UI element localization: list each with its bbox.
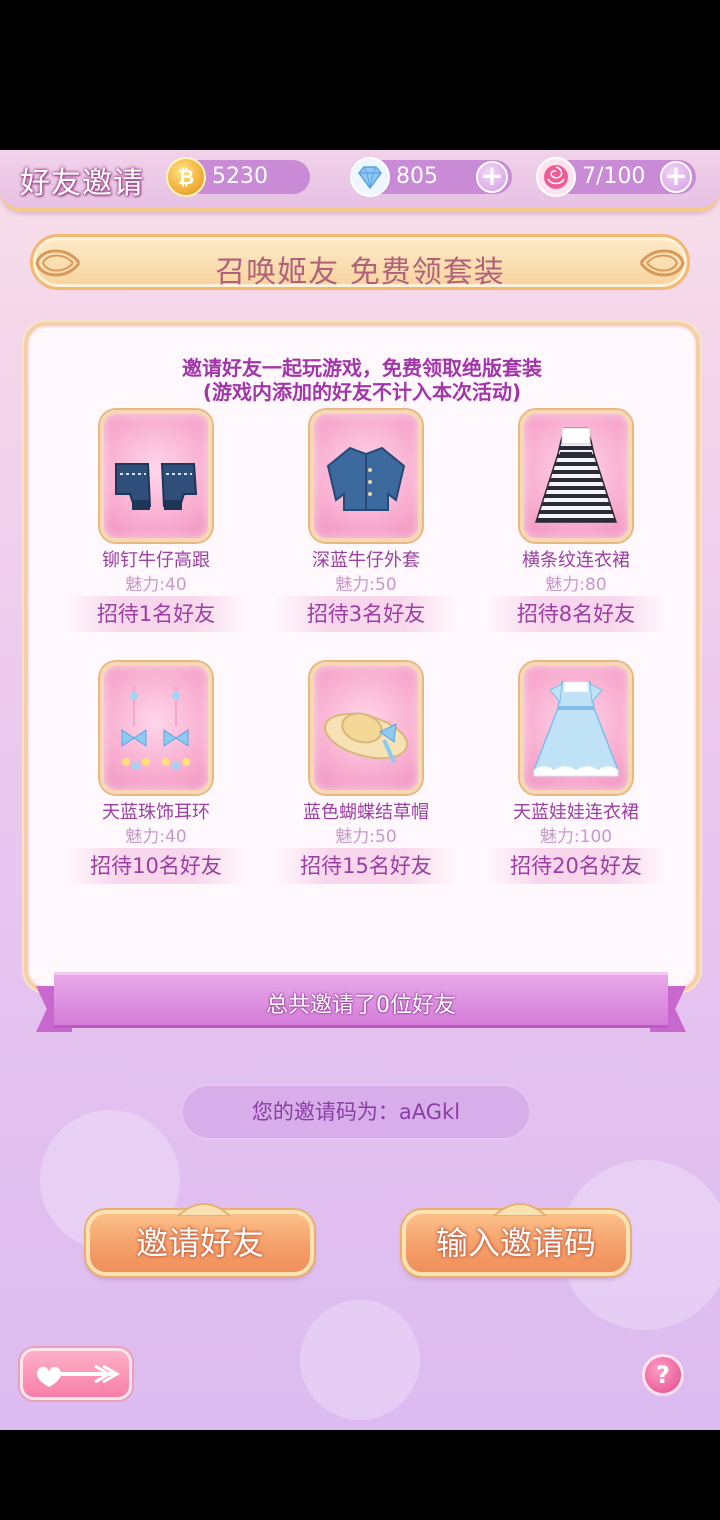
swirl-ornament-icon bbox=[639, 249, 685, 277]
add-diamonds-button[interactable]: + bbox=[476, 161, 508, 193]
reward-item[interactable]: 铆钉牛仔高跟 魅力:40 招待1名好友 bbox=[66, 410, 246, 646]
add-stamina-button[interactable]: + bbox=[660, 161, 692, 193]
reward-charm: 魅力:50 bbox=[335, 827, 397, 847]
reward-name: 天蓝珠饰耳环 bbox=[102, 802, 210, 823]
reward-requirement: 招待1名好友 bbox=[66, 596, 246, 632]
diamond-counter: 805 + bbox=[350, 157, 512, 197]
total-invited-text: 总共邀请了0位好友 bbox=[266, 993, 456, 1018]
invite-screen: 好友邀请 ₿ 5230 805 + 7/100 + 召唤姬友 免费领套装 邀请好… bbox=[0, 150, 720, 1430]
help-button[interactable]: ? bbox=[642, 1354, 684, 1396]
reward-item[interactable]: 横条纹连衣裙 魅力:80 招待8名好友 bbox=[486, 410, 666, 646]
reward-charm: 魅力:50 bbox=[335, 575, 397, 595]
reward-requirement: 招待3名好友 bbox=[276, 596, 456, 632]
reward-name: 深蓝牛仔外套 bbox=[312, 550, 420, 571]
reward-item[interactable]: 天蓝娃娃连衣裙 魅力:100 招待20名好友 bbox=[486, 662, 666, 898]
reward-charm: 魅力:80 bbox=[545, 575, 607, 595]
reward-name: 横条纹连衣裙 bbox=[522, 550, 630, 571]
diamond-icon bbox=[350, 157, 390, 197]
reward-name: 天蓝娃娃连衣裙 bbox=[513, 802, 639, 823]
straw-hat-icon bbox=[310, 662, 422, 794]
doll-dress-icon bbox=[520, 662, 632, 794]
diamond-value: 805 bbox=[396, 164, 438, 189]
crown-ornament-icon bbox=[176, 1203, 232, 1216]
bokeh-decoration bbox=[300, 1300, 420, 1420]
reward-item[interactable]: 蓝色蝴蝶结草帽 魅力:50 招待15名好友 bbox=[276, 662, 456, 898]
reward-requirement: 招待20名好友 bbox=[486, 848, 666, 884]
reward-requirement: 招待8名好友 bbox=[486, 596, 666, 632]
enter-code-label: 输入邀请码 bbox=[435, 1224, 596, 1262]
back-button[interactable] bbox=[20, 1348, 132, 1400]
striped-dress-icon bbox=[520, 410, 632, 542]
panel-description: 邀请好友一起玩游戏，免费领取绝版套装 (游戏内添加的好友不计入本次活动) bbox=[28, 356, 696, 404]
reward-charm: 魅力:40 bbox=[125, 827, 187, 847]
coin-counter: ₿ 5230 bbox=[166, 157, 310, 197]
description-note: (游戏内添加的好友不计入本次活动) bbox=[202, 380, 522, 404]
reward-charm: 魅力:100 bbox=[539, 827, 613, 847]
invite-code-display: 您的邀请码为：aAGkl bbox=[181, 1084, 531, 1140]
coin-value: 5230 bbox=[212, 164, 268, 189]
reward-charm: 魅力:40 bbox=[125, 575, 187, 595]
coin-icon: ₿ bbox=[166, 157, 206, 197]
denim-heels-icon bbox=[100, 410, 212, 542]
reward-requirement: 招待15名好友 bbox=[276, 848, 456, 884]
page-title: 好友邀请 bbox=[20, 166, 144, 201]
reward-name: 铆钉牛仔高跟 bbox=[102, 550, 210, 571]
description-line: 邀请好友一起玩游戏，免费领取绝版套装 bbox=[182, 356, 542, 380]
invite-friends-button[interactable]: 邀请好友 bbox=[86, 1203, 314, 1276]
arrow-back-icon bbox=[37, 1364, 121, 1387]
reward-requirement: 招待10名好友 bbox=[66, 848, 246, 884]
event-banner: 召唤姬友 免费领套装 bbox=[30, 234, 690, 290]
crown-ornament-icon bbox=[492, 1203, 548, 1216]
earrings-icon bbox=[100, 662, 212, 794]
ribbon-body: 总共邀请了0位好友 bbox=[54, 972, 668, 1028]
reward-item[interactable]: 深蓝牛仔外套 魅力:50 招待3名好友 bbox=[276, 410, 456, 646]
invite-count-ribbon: 总共邀请了0位好友 bbox=[36, 972, 686, 1034]
enter-code-button[interactable]: 输入邀请码 bbox=[402, 1203, 630, 1276]
reward-name: 蓝色蝴蝶结草帽 bbox=[303, 802, 429, 823]
rewards-panel: 邀请好友一起玩游戏，免费领取绝版套装 (游戏内添加的好友不计入本次活动) 铆钉牛… bbox=[24, 322, 700, 992]
banner-title: 召唤姬友 免费领套装 bbox=[215, 255, 505, 290]
denim-jacket-icon bbox=[310, 410, 422, 542]
stamina-value: 7/100 bbox=[582, 164, 646, 189]
rose-icon bbox=[536, 157, 576, 197]
top-bar: 好友邀请 ₿ 5230 805 + 7/100 + bbox=[0, 150, 720, 212]
reward-item[interactable]: 天蓝珠饰耳环 魅力:40 招待10名好友 bbox=[66, 662, 246, 898]
stamina-counter: 7/100 + bbox=[536, 157, 696, 197]
invite-friends-label: 邀请好友 bbox=[135, 1224, 264, 1262]
